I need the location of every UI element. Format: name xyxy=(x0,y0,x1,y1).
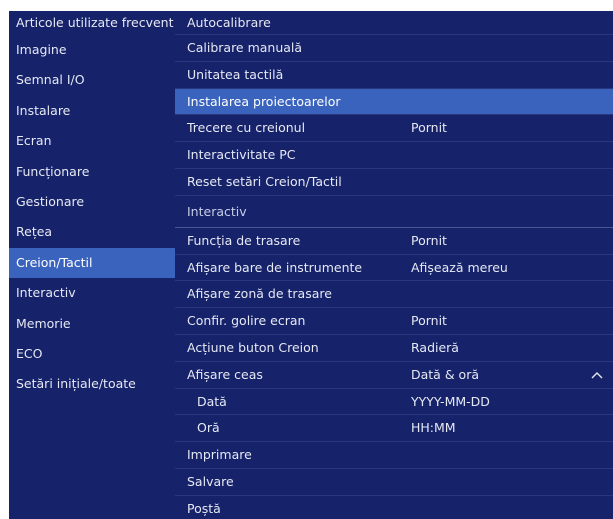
menu-item-touch-unit[interactable]: Unitatea tactilă xyxy=(175,62,613,89)
menu-item-label: Poștă xyxy=(187,500,221,516)
menu-item-label: Funcția de trasare xyxy=(187,232,301,248)
menu-item-label: Acțiune buton Creion xyxy=(187,339,319,355)
menu-item-print[interactable]: Imprimare xyxy=(175,442,613,469)
menu-item-pc-interactivity[interactable]: Interactivitate PC xyxy=(175,142,613,169)
sidebar-item-initial-settings[interactable]: Setări inițiale/toate xyxy=(9,369,175,399)
sidebar-item-pen-touch[interactable]: Creion/Tactil xyxy=(9,247,175,279)
menu-item-label: Autocalibrare xyxy=(187,15,271,30)
sidebar-item-signal-io[interactable]: Semnal I/O xyxy=(9,65,175,95)
menu-item-clear-screen-confirm[interactable]: Confir. golire ecran Pornit xyxy=(175,308,613,335)
menu-item-label: Imprimare xyxy=(187,447,252,463)
settings-panel: Autocalibrare Calibrare manuală Unitatea… xyxy=(175,11,613,519)
menu-item-manual-calibration[interactable]: Calibrare manuală xyxy=(175,35,613,62)
menu-item-clock-display[interactable]: Afișare ceas Dată & oră xyxy=(175,362,613,389)
sidebar-item-network[interactable]: Rețea xyxy=(9,217,175,247)
menu-item-label: Afișare zonă de trasare xyxy=(187,286,332,302)
menu-item-projector-installation[interactable]: Instalarea proiectoarelor xyxy=(175,88,613,116)
sidebar-item-memory[interactable]: Memorie xyxy=(9,309,175,339)
sidebar-item-installation[interactable]: Instalare xyxy=(9,96,175,126)
menu-item-value: Pornit xyxy=(411,313,447,329)
menu-item-label: Confir. golire ecran xyxy=(187,313,306,329)
menu-item-value: HH:MM xyxy=(411,420,456,436)
menu-item-mail[interactable]: Poștă xyxy=(175,496,613,519)
sidebar-item-management[interactable]: Gestionare xyxy=(9,187,175,217)
sidebar-item-interactive[interactable]: Interactiv xyxy=(9,278,175,308)
menu-item-save[interactable]: Salvare xyxy=(175,469,613,496)
menu-item-value: Radieră xyxy=(411,339,459,355)
menu-item-time[interactable]: Oră HH:MM xyxy=(175,415,613,443)
menu-item-label: Salvare xyxy=(187,473,234,489)
menu-item-value: Afișează mereu xyxy=(411,259,508,275)
menu-item-label: Oră xyxy=(197,420,220,436)
menu-item-drawing-area-display[interactable]: Afișare zonă de trasare xyxy=(175,281,613,309)
menu-item-toolbar-display[interactable]: Afișare bare de instrumente Afișează mer… xyxy=(175,255,613,282)
sidebar-item-image[interactable]: Imagine xyxy=(9,35,175,65)
settings-menu: Articole utilizate frecvent Imagine Semn… xyxy=(0,0,613,519)
menu-item-pen-button-action[interactable]: Acțiune buton Creion Radieră xyxy=(175,335,613,362)
menu-item-label: Interactivitate PC xyxy=(187,147,296,163)
sidebar-item-frequently-used[interactable]: Articole utilizate frecvent xyxy=(9,11,175,35)
menu-item-label: Unitatea tactilă xyxy=(187,66,284,82)
chevron-up-icon[interactable] xyxy=(590,362,604,389)
menu-item-value: Dată & oră xyxy=(411,366,479,382)
section-header-interactive: Interactiv xyxy=(175,196,613,228)
sidebar-menu: Articole utilizate frecvent Imagine Semn… xyxy=(9,11,175,519)
menu-item-value: Pornit xyxy=(411,120,447,136)
menu-item-auto-calibration[interactable]: Autocalibrare xyxy=(175,11,613,35)
menu-item-label: Dată xyxy=(197,393,227,409)
sidebar-item-screen[interactable]: Ecran xyxy=(9,126,175,156)
sidebar-item-operation[interactable]: Funcționare xyxy=(9,157,175,187)
menu-item-value: YYYY-MM-DD xyxy=(411,393,490,409)
menu-item-reset-pen-touch[interactable]: Reset setări Creion/Tactil xyxy=(175,169,613,196)
menu-item-label: Calibrare manuală xyxy=(187,40,303,55)
menu-item-date[interactable]: Dată YYYY-MM-DD xyxy=(175,389,613,416)
menu-item-label: Trecere cu creionul xyxy=(187,120,306,136)
menu-item-label: Afișare bare de instrumente xyxy=(187,259,363,275)
sidebar-item-eco[interactable]: ECO xyxy=(9,339,175,369)
menu-item-pen-passthrough[interactable]: Trecere cu creionul Pornit xyxy=(175,115,613,143)
menu-item-value: Pornit xyxy=(411,232,447,248)
menu-item-drawing-function[interactable]: Funcția de trasare Pornit xyxy=(175,228,613,255)
menu-item-label: Reset setări Creion/Tactil xyxy=(187,173,342,189)
section-header-label: Interactiv xyxy=(187,203,247,219)
menu-item-label: Instalarea proiectoarelor xyxy=(187,93,341,109)
menu-item-label: Afișare ceas xyxy=(187,366,263,382)
